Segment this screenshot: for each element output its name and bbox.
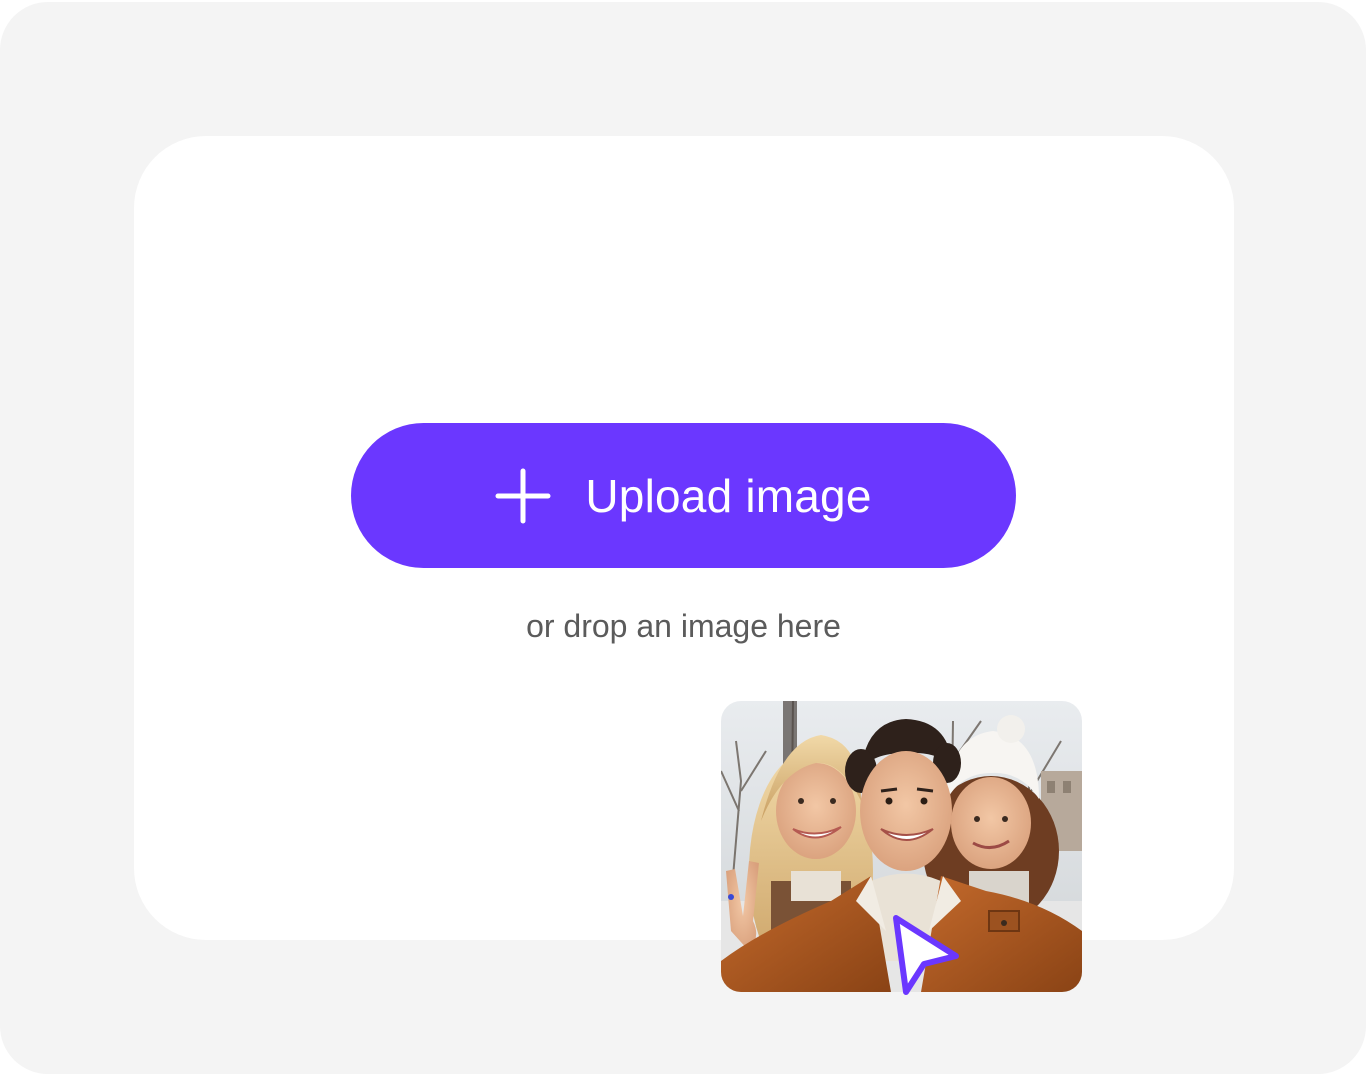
- pointer-cursor-icon: [886, 912, 964, 998]
- upload-button-label: Upload image: [585, 469, 872, 522]
- plus-icon: [495, 468, 551, 524]
- drop-hint-text: or drop an image here: [526, 608, 841, 644]
- upload-image-button[interactable]: Upload image: [351, 423, 1016, 568]
